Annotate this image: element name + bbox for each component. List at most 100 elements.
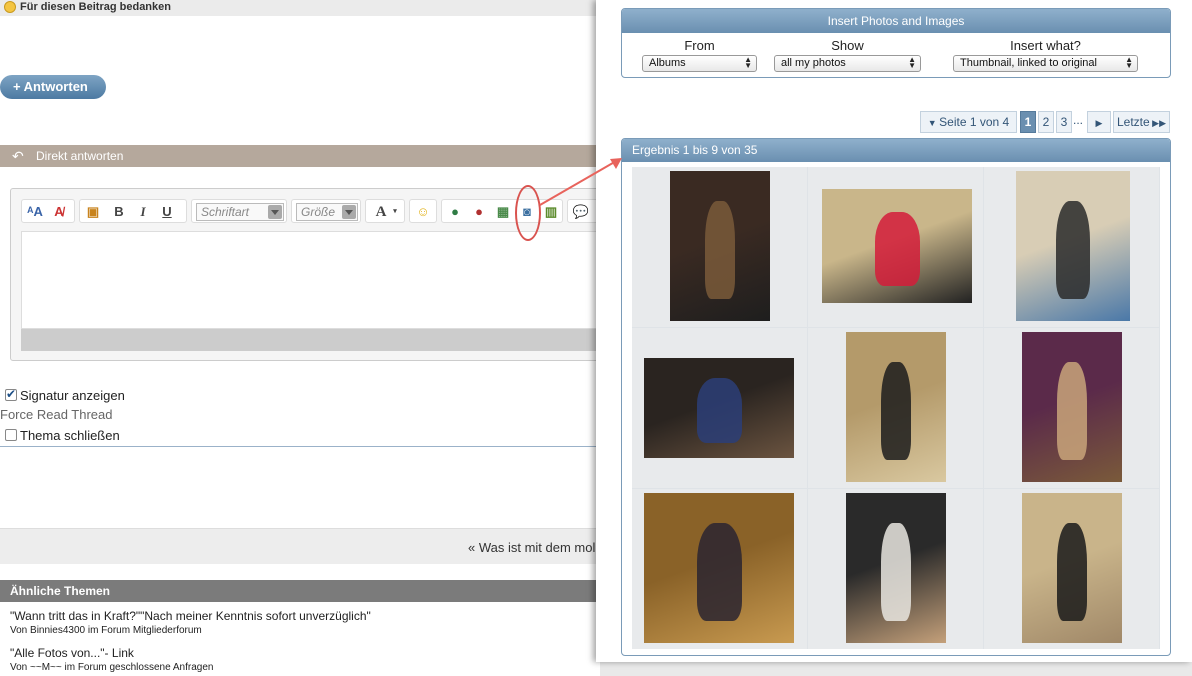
insert-link-icon[interactable]: ●: [446, 203, 464, 221]
show-label: Show: [831, 38, 864, 53]
similar-thread-meta: Von ~~M~~ im Forum geschlossene Anfragen: [10, 662, 214, 673]
remove-link-icon[interactable]: ●: [470, 203, 488, 221]
photo-subject: [874, 211, 920, 286]
photo-thumbnail[interactable]: [1022, 493, 1122, 643]
photo-thumbnail[interactable]: [1016, 171, 1130, 321]
page-2-button[interactable]: 2: [1038, 111, 1054, 133]
direct-reply-header: ↶ Direkt antworten: [0, 145, 600, 167]
page-3-button[interactable]: 3: [1056, 111, 1072, 133]
signature-checkbox[interactable]: [5, 387, 17, 401]
insert-select[interactable]: Thumbnail, linked to original ▲ ▼: [953, 55, 1138, 72]
similar-thread-link[interactable]: "Wann tritt das in Kraft?""Nach meiner K…: [10, 609, 371, 623]
remove-format-icon[interactable]: A̸: [50, 203, 68, 221]
thread-navigation: « Was ist mit dem mol: [0, 528, 600, 564]
photo-cell[interactable]: [632, 489, 807, 649]
thanks-label: Für diesen Beitrag bedanken: [20, 1, 171, 13]
results-panel: Ergebnis 1 bis 9 von 35: [621, 138, 1171, 656]
direct-reply-label: Direkt antworten: [36, 149, 124, 163]
next-page-button[interactable]: ▶: [1087, 111, 1111, 133]
caret-down-icon: ▾: [393, 208, 397, 215]
similar-thread-link[interactable]: "Alle Fotos von..."- Link: [10, 646, 134, 660]
underline-button[interactable]: U: [158, 203, 176, 221]
photo-cell[interactable]: [808, 167, 983, 327]
photo-cell[interactable]: [808, 489, 983, 649]
forum-page: Für diesen Beitrag bedanken + Antworten ↶…: [0, 0, 600, 676]
from-select[interactable]: Albums ▲ ▼: [642, 55, 757, 72]
photo-thumbnail[interactable]: [670, 171, 770, 321]
insert-image-icon[interactable]: ▦: [494, 203, 512, 221]
message-textarea[interactable]: [21, 231, 600, 329]
smiley-icon[interactable]: ☺: [414, 203, 432, 221]
page-ellipsis: ...: [1073, 113, 1084, 127]
toolbar-group-color: A ▾: [365, 199, 405, 223]
annotation-arrow: [539, 158, 622, 206]
page-info: Seite 1 von 4: [939, 115, 1010, 129]
photo-cell[interactable]: [984, 489, 1159, 649]
photo-thumbnail[interactable]: [1022, 332, 1122, 482]
last-label: Letzte: [1116, 115, 1150, 129]
size-select-value: Größe: [301, 205, 336, 219]
chevron-down-icon: [268, 205, 282, 219]
paste-icon[interactable]: ▣: [84, 203, 102, 221]
size-select[interactable]: Größe: [296, 203, 358, 221]
photo-cell[interactable]: [632, 167, 807, 327]
photo-subject: [1057, 523, 1087, 621]
font-select[interactable]: Schriftart: [196, 203, 284, 221]
chevron-down-icon: [342, 205, 356, 219]
photo-thumbnail[interactable]: [846, 332, 946, 482]
thanks-button[interactable]: Für diesen Beitrag bedanken: [0, 0, 600, 16]
photo-cell[interactable]: [984, 167, 1159, 327]
insert-label: Insert what?: [1010, 38, 1081, 53]
toolbar-group-format: ᴬA A̸: [21, 199, 75, 223]
from-label: From: [684, 38, 715, 53]
updown-arrows-icon: ▲ ▼: [1125, 55, 1133, 70]
font-select-value: Schriftart: [201, 205, 250, 219]
photo-cell[interactable]: [984, 328, 1159, 488]
photo-grid: [632, 167, 1160, 649]
italic-button[interactable]: I: [134, 203, 152, 221]
message-editor: ᴬA A̸ ▣ B I U Schriftart Größe A ▾ ☺ ● ●…: [10, 188, 600, 361]
close-thread-label: Thema schließen: [20, 428, 120, 443]
insert-select-value: Thumbnail, linked to original: [960, 57, 1097, 69]
page-1-button[interactable]: 1: [1020, 111, 1036, 133]
photo-cell[interactable]: [632, 328, 807, 488]
photo-subject: [881, 523, 911, 621]
plus-icon: +: [13, 79, 21, 94]
show-select[interactable]: all my photos ▲ ▼: [774, 55, 921, 72]
photo-subject: [696, 523, 742, 621]
close-thread-checkbox[interactable]: [5, 429, 17, 441]
photo-thumbnail[interactable]: [822, 189, 972, 303]
photo-thumbnail[interactable]: [846, 493, 946, 643]
toolbar-group-style: ▣ B I U: [79, 199, 187, 223]
close-thread-option[interactable]: Thema schließen: [5, 428, 120, 443]
toolbar-group-font: Schriftart: [191, 199, 287, 223]
signature-option[interactable]: Signatur anzeigen: [5, 387, 125, 403]
editor-resize-bar[interactable]: [21, 329, 600, 351]
toolbar-group-size: Größe: [291, 199, 361, 223]
photo-thumbnail[interactable]: [644, 493, 794, 643]
photo-thumbnail[interactable]: [644, 358, 794, 458]
bold-button[interactable]: B: [110, 203, 128, 221]
results-header: Ergebnis 1 bis 9 von 35: [622, 139, 1170, 162]
last-page-button[interactable]: Letzte ▶▶: [1113, 111, 1170, 133]
smiley-icon: [4, 1, 16, 13]
photo-cell[interactable]: [808, 328, 983, 488]
page-info-dropdown[interactable]: ▼ Seite 1 von 4: [920, 111, 1017, 133]
show-select-value: all my photos: [781, 57, 846, 69]
signature-label: Signatur anzeigen: [20, 388, 125, 403]
photo-subject: [881, 362, 911, 460]
photo-subject: [705, 201, 735, 299]
toolbar-group-smilies: ☺: [409, 199, 437, 223]
similar-thread-meta: Von Binnies4300 im Forum Mitgliederforum: [10, 625, 202, 636]
insert-photos-dialog: Insert Photos and Images From Show Inser…: [596, 0, 1192, 662]
photo-subject: [696, 378, 742, 443]
updown-arrows-icon: ▲ ▼: [744, 55, 752, 70]
dialog-title: Insert Photos and Images: [622, 9, 1170, 33]
next-arrow-icon: ▶: [1095, 118, 1103, 128]
previous-thread-link[interactable]: « Was ist mit dem mol: [468, 540, 595, 555]
reply-button[interactable]: + Antworten: [0, 75, 106, 99]
insert-options-panel: Insert Photos and Images From Show Inser…: [621, 8, 1171, 78]
photo-subject: [1057, 362, 1087, 460]
text-size-icon[interactable]: ᴬA: [26, 203, 44, 221]
force-read-label: Force Read Thread: [0, 407, 113, 422]
